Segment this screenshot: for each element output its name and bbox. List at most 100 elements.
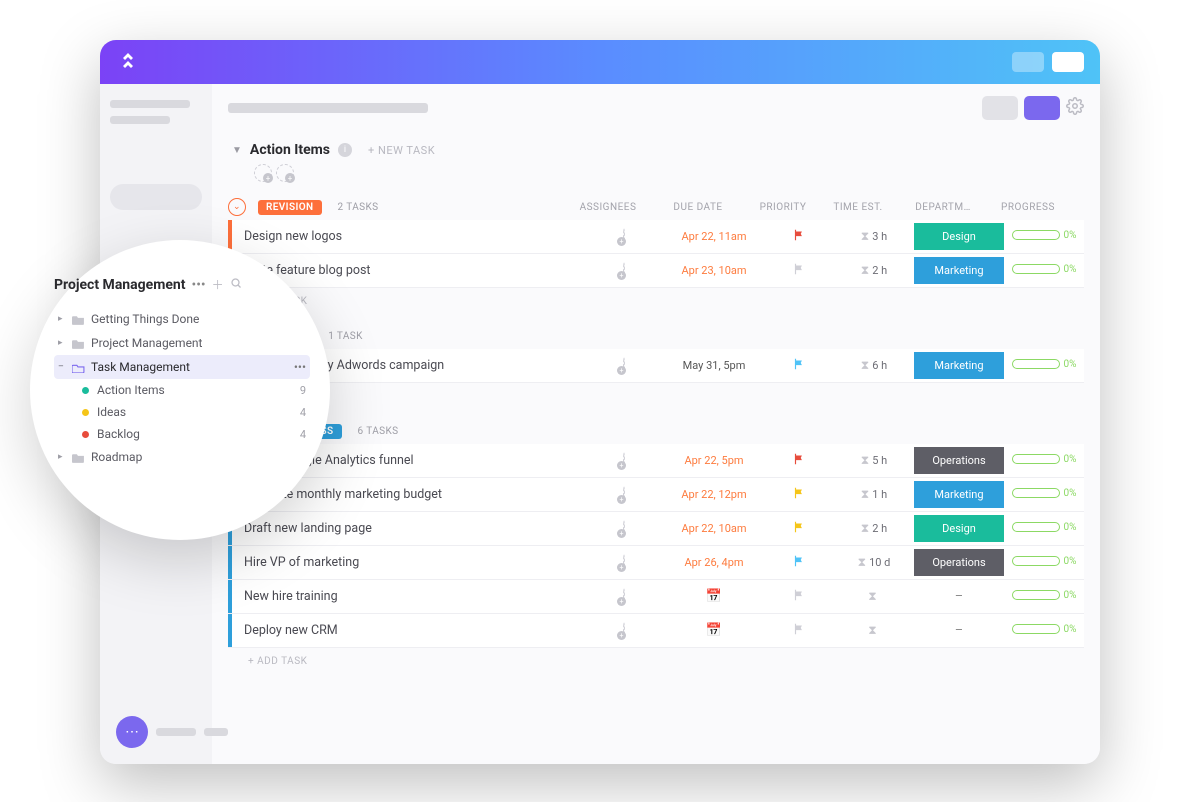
column-header[interactable]: TIME EST. bbox=[818, 202, 898, 213]
column-header[interactable]: PROGRESS bbox=[988, 202, 1068, 213]
priority-flag-icon[interactable] bbox=[792, 455, 806, 470]
progress-indicator[interactable]: 0% bbox=[1012, 359, 1077, 370]
priority-flag-icon[interactable] bbox=[792, 360, 806, 375]
task-row[interactable]: Write feature blog post Apr 23, 10am ⧗2 … bbox=[228, 254, 1084, 288]
department-chip[interactable]: Operations bbox=[914, 447, 1004, 474]
space-item[interactable]: ▸ Getting Things Done bbox=[54, 307, 310, 331]
priority-flag-icon[interactable] bbox=[792, 557, 806, 572]
view-toggle-active[interactable] bbox=[1024, 96, 1060, 120]
progress-indicator[interactable]: 0% bbox=[1012, 454, 1077, 465]
collapse-caret-icon[interactable]: ▼ bbox=[232, 145, 242, 156]
view-toggle[interactable] bbox=[982, 96, 1018, 120]
add-task-button[interactable]: + ADD TASK bbox=[228, 648, 1084, 675]
more-icon[interactable]: ••• bbox=[191, 277, 205, 293]
due-date[interactable]: Apr 26, 4pm bbox=[684, 556, 743, 569]
time-estimate[interactable]: 10 d bbox=[869, 556, 890, 569]
header-chip[interactable] bbox=[1052, 52, 1084, 72]
search-input[interactable] bbox=[110, 184, 202, 210]
progress-indicator[interactable]: 0% bbox=[1012, 230, 1077, 241]
assignee-add-icon[interactable] bbox=[623, 486, 625, 503]
priority-flag-icon[interactable] bbox=[792, 265, 806, 280]
due-date[interactable]: May 31, 5pm bbox=[683, 359, 746, 372]
space-item[interactable]: ▸ Project Management bbox=[54, 331, 310, 355]
column-header[interactable]: PRIORITY bbox=[748, 202, 818, 213]
calendar-icon[interactable]: 📅 bbox=[706, 623, 722, 638]
assignee-add-icon[interactable] bbox=[623, 262, 625, 279]
time-estimate[interactable]: 1 h bbox=[872, 488, 887, 501]
progress-indicator[interactable]: 0% bbox=[1012, 624, 1077, 635]
search-icon[interactable] bbox=[230, 277, 242, 292]
calendar-icon[interactable]: 📅 bbox=[706, 589, 722, 604]
chat-icon[interactable]: ⋯ bbox=[116, 716, 148, 748]
department-chip[interactable]: Design bbox=[914, 223, 1004, 250]
assignee-add-icon[interactable] bbox=[623, 452, 625, 469]
task-row[interactable]: New hire training 📅 ⧗ – 0% bbox=[228, 580, 1084, 614]
department-chip[interactable]: Marketing bbox=[914, 352, 1004, 379]
task-row[interactable]: Deploy new CRM 📅 ⧗ – 0% bbox=[228, 614, 1084, 648]
assignee-add-icon[interactable] bbox=[623, 554, 625, 571]
task-row[interactable]: Organize monthly marketing budget Apr 22… bbox=[228, 478, 1084, 512]
assignee-add-icon[interactable] bbox=[623, 622, 625, 639]
due-date[interactable]: Apr 22, 12pm bbox=[681, 488, 746, 501]
task-title[interactable]: Draft new landing page bbox=[244, 521, 584, 536]
due-date[interactable]: Apr 22, 11am bbox=[681, 230, 746, 243]
progress-indicator[interactable]: 0% bbox=[1012, 522, 1077, 533]
filter-assignee-icon[interactable] bbox=[276, 164, 294, 182]
task-title[interactable]: Hire VP of marketing bbox=[244, 555, 584, 570]
header-chip[interactable] bbox=[1012, 52, 1044, 72]
task-row[interactable]: Set up Google Analytics funnel Apr 22, 5… bbox=[228, 444, 1084, 478]
time-estimate[interactable]: 2 h bbox=[872, 522, 887, 535]
list-item[interactable]: Ideas 4 bbox=[54, 401, 310, 423]
group-caret-icon[interactable]: ⌄ bbox=[228, 198, 246, 216]
task-row[interactable]: Draft new landing page Apr 22, 10am ⧗2 h… bbox=[228, 512, 1084, 546]
task-title[interactable]: Organize monthly marketing budget bbox=[244, 487, 584, 502]
priority-flag-icon[interactable] bbox=[792, 523, 806, 538]
due-date[interactable]: Apr 22, 10am bbox=[681, 522, 746, 535]
add-task-button[interactable]: + ADD TASK bbox=[228, 383, 1084, 410]
hourglass-icon[interactable]: ⧗ bbox=[868, 623, 876, 637]
gear-icon[interactable] bbox=[1066, 97, 1084, 119]
status-badge[interactable]: REVISION bbox=[258, 200, 322, 215]
more-icon[interactable]: ••• bbox=[294, 360, 306, 374]
assignee-add-icon[interactable] bbox=[623, 228, 625, 245]
space-item-active[interactable]: – Task Management ••• bbox=[54, 355, 310, 379]
column-header[interactable]: ASSIGNEES bbox=[568, 202, 648, 213]
progress-indicator[interactable]: 0% bbox=[1012, 590, 1077, 601]
list-item[interactable]: Backlog 4 bbox=[54, 423, 310, 445]
priority-flag-icon[interactable] bbox=[792, 591, 806, 606]
column-header[interactable]: DEPARTM… bbox=[898, 202, 988, 213]
info-icon[interactable]: i bbox=[338, 143, 352, 157]
due-date[interactable]: Apr 23, 10am bbox=[681, 264, 746, 277]
progress-indicator[interactable]: 0% bbox=[1012, 264, 1077, 275]
department-chip[interactable]: Marketing bbox=[914, 257, 1004, 284]
filter-flag-icon[interactable] bbox=[254, 164, 272, 182]
time-estimate[interactable]: 5 h bbox=[872, 454, 887, 467]
progress-indicator[interactable]: 0% bbox=[1012, 488, 1077, 499]
list-item[interactable]: Action Items 9 bbox=[54, 379, 310, 401]
column-header[interactable]: DUE DATE bbox=[648, 202, 748, 213]
add-task-button[interactable]: + ADD TASK bbox=[228, 288, 1084, 315]
time-estimate[interactable]: 6 h bbox=[872, 359, 887, 372]
priority-flag-icon[interactable] bbox=[792, 231, 806, 246]
time-estimate[interactable]: 2 h bbox=[872, 264, 887, 277]
progress-indicator[interactable]: 0% bbox=[1012, 556, 1077, 567]
new-task-button[interactable]: + NEW TASK bbox=[368, 144, 435, 157]
space-item[interactable]: ▸ Roadmap bbox=[54, 445, 310, 469]
priority-flag-icon[interactable] bbox=[792, 489, 806, 504]
time-estimate[interactable]: 3 h bbox=[872, 230, 887, 243]
hourglass-icon[interactable]: ⧗ bbox=[868, 589, 876, 603]
task-title[interactable]: New hire training bbox=[244, 589, 584, 604]
task-title[interactable]: Deploy new CRM bbox=[244, 623, 584, 638]
assignee-add-icon[interactable] bbox=[623, 588, 625, 605]
department-chip[interactable]: Operations bbox=[914, 549, 1004, 576]
department-chip[interactable]: Marketing bbox=[914, 481, 1004, 508]
department-chip[interactable]: Design bbox=[914, 515, 1004, 542]
plus-icon[interactable]: ＋ bbox=[212, 276, 224, 293]
task-row[interactable]: Run productivity Adwords campaign May 31… bbox=[228, 349, 1084, 383]
priority-flag-icon[interactable] bbox=[792, 625, 806, 640]
task-row[interactable]: Design new logos Apr 22, 11am ⧗3 h Desig… bbox=[228, 220, 1084, 254]
assignee-add-icon[interactable] bbox=[623, 520, 625, 537]
due-date[interactable]: Apr 22, 5pm bbox=[684, 454, 743, 467]
task-row[interactable]: Hire VP of marketing Apr 26, 4pm ⧗10 d O… bbox=[228, 546, 1084, 580]
task-title[interactable]: Design new logos bbox=[244, 229, 584, 244]
